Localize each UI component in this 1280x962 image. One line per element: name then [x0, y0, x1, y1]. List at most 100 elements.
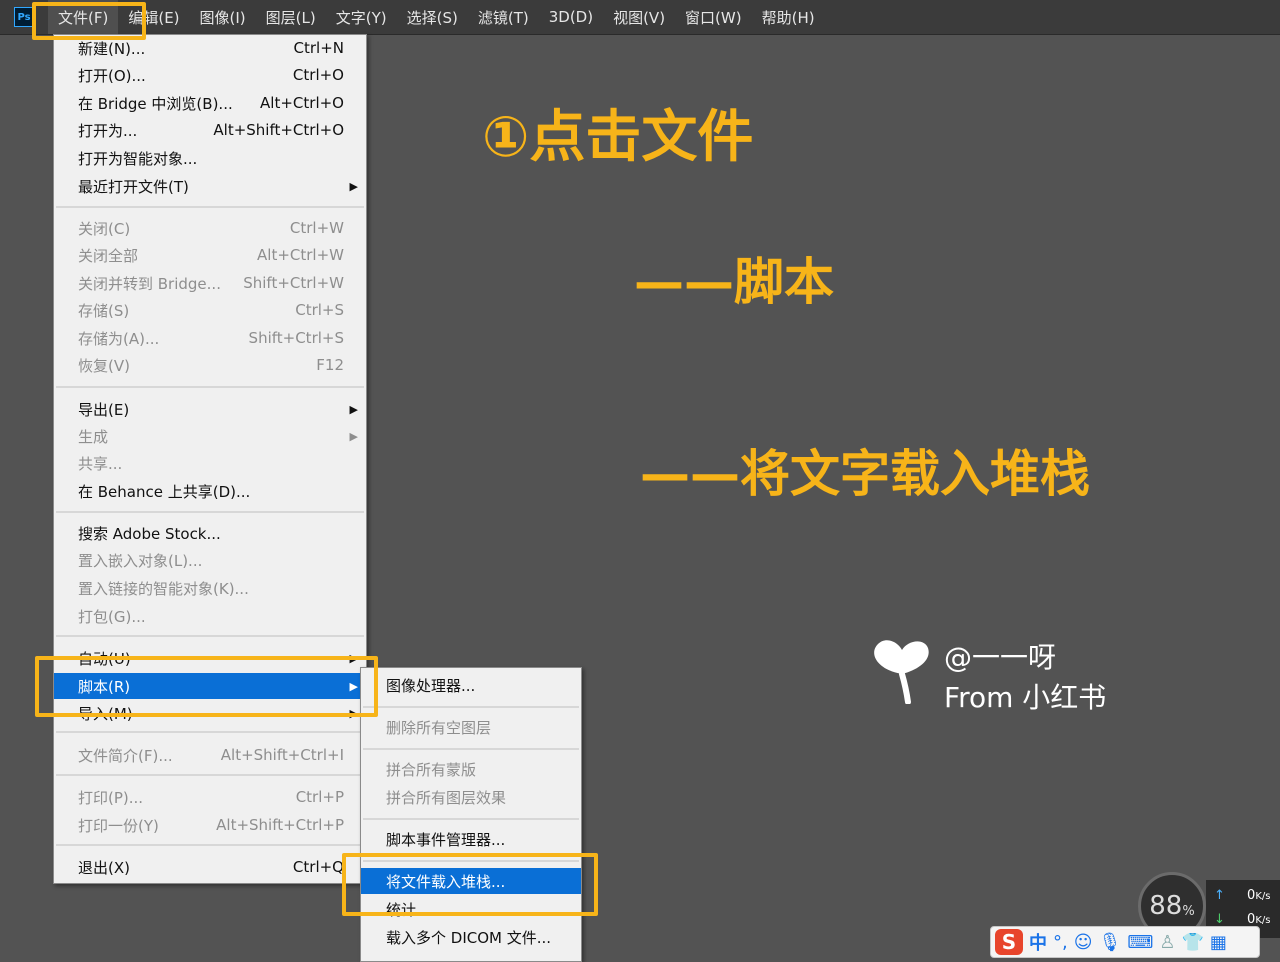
menu-layer[interactable]: 图层(L) [256, 0, 326, 34]
menu-separator [56, 386, 364, 388]
menu-item-label: 恢复(V) [78, 356, 130, 375]
menu-item-label: 置入嵌入对象(L)... [78, 551, 203, 570]
menu-item-shortcut: Ctrl+W [289, 219, 344, 237]
menu-item-label: 最近打开文件(T) [78, 177, 189, 196]
menu-item-shortcut: Ctrl+O [292, 66, 344, 84]
menu-item-place-embedded[interactable]: 置入嵌入对象(L)... [54, 547, 366, 573]
menu-item-label: 拼合所有蒙版 [386, 760, 477, 779]
scripts-submenu: 图像处理器... 删除所有空图层 拼合所有蒙版 拼合所有图层效果 脚本事件管理器… [360, 667, 582, 962]
annotation-step1: ①点击文件 [482, 105, 754, 170]
menu-item-shortcut: Shift+Ctrl+W [243, 274, 344, 292]
menu-item-package[interactable]: 打包(G)... [54, 603, 366, 629]
menu-item-export[interactable]: 导出(E) ▶ [54, 396, 366, 422]
submenu-arrow-icon: ▶ [349, 179, 358, 193]
annotation-step2: ——脚本 [634, 253, 834, 311]
menu-item-open-as[interactable]: 打开为... Alt+Shift+Ctrl+O [54, 117, 366, 143]
menu-item-save-as[interactable]: 存储为(A)... Shift+Ctrl+S [54, 325, 366, 351]
submenu-item-load-dicom[interactable]: 载入多个 DICOM 文件... [361, 924, 581, 950]
menu-item-save[interactable]: 存储(S) Ctrl+S [54, 297, 366, 323]
upload-speed: ↑ 0K/s [1214, 888, 1271, 903]
user-icon[interactable]: ♙ [1159, 932, 1175, 953]
menu-item-label: 置入链接的智能对象(K)... [78, 579, 249, 598]
menu-item-generate[interactable]: 生成 ▶ [54, 423, 366, 449]
menu-item-label: 存储为(A)... [78, 329, 160, 348]
ime-mode[interactable]: 中 [1029, 929, 1047, 955]
menu-item-browse-bridge[interactable]: 在 Bridge 中浏览(B)... Alt+Ctrl+O [54, 90, 366, 116]
menu-separator [363, 818, 579, 820]
submenu-item-script-events-manager[interactable]: 脚本事件管理器... [361, 826, 581, 852]
highlight-box-file [32, 2, 146, 40]
annotation-step3: ——将文字载入堆栈 [640, 445, 1090, 503]
menu-item-print[interactable]: 打印(P)... Ctrl+P [54, 784, 366, 810]
microphone-icon[interactable]: 🎙 [1099, 932, 1122, 953]
watermark-source: From 小红书 [944, 681, 1107, 714]
menu-item-label: 关闭(C) [78, 219, 131, 238]
upload-arrow-icon: ↑ [1214, 888, 1225, 903]
menu-item-label: 在 Bridge 中浏览(B)... [78, 94, 233, 113]
submenu-item-image-processor[interactable]: 图像处理器... [361, 672, 581, 698]
highlight-box-load-stack [342, 853, 598, 916]
punctuation-icon[interactable]: °, [1053, 932, 1068, 953]
menu-item-label: 打包(G)... [78, 607, 146, 626]
menu-item-shortcut: Shift+Ctrl+S [248, 329, 344, 347]
menu-view[interactable]: 视图(V) [603, 0, 675, 34]
menu-type[interactable]: 文字(Y) [326, 0, 397, 34]
menu-separator [56, 635, 364, 637]
menu-item-recent-files[interactable]: 最近打开文件(T) ▶ [54, 173, 366, 199]
menu-item-label: 文件简介(F)... [78, 746, 173, 765]
menu-item-shortcut: Ctrl+Q [292, 858, 344, 876]
menu-item-close-go-bridge[interactable]: 关闭并转到 Bridge... Shift+Ctrl+W [54, 270, 366, 296]
menu-item-close[interactable]: 关闭(C) Ctrl+W [54, 215, 366, 241]
menu-item-shortcut: Alt+Shift+Ctrl+I [220, 746, 344, 764]
menu-item-label: 载入多个 DICOM 文件... [386, 928, 552, 947]
menu-image[interactable]: 图像(I) [190, 0, 256, 34]
menu-item-label: 导出(E) [78, 400, 130, 419]
menu-item-shortcut: Ctrl+S [295, 301, 344, 319]
menu-separator [363, 706, 579, 708]
submenu-item-delete-empty-layers[interactable]: 删除所有空图层 [361, 714, 581, 740]
file-menu: 新建(N)... Ctrl+N 打开(O)... Ctrl+O 在 Bridge… [53, 34, 367, 884]
menu-filter[interactable]: 滤镜(T) [468, 0, 539, 34]
menu-item-label: 关闭全部 [78, 246, 139, 265]
heart-logo-icon [874, 640, 929, 704]
menu-separator [56, 511, 364, 513]
emoji-icon[interactable]: ☺ [1074, 932, 1093, 953]
menu-item-label: 生成 [78, 427, 109, 446]
menu-item-share[interactable]: 共享... [54, 450, 366, 476]
menu-item-open[interactable]: 打开(O)... Ctrl+O [54, 62, 366, 88]
toolbox-icon[interactable]: ▦ [1210, 932, 1227, 953]
submenu-item-flatten-masks[interactable]: 拼合所有蒙版 [361, 756, 581, 782]
menu-item-label: 在 Behance 上共享(D)... [78, 482, 251, 501]
menu-item-exit[interactable]: 退出(X) Ctrl+Q [54, 854, 366, 880]
menu-item-label: 关闭并转到 Bridge... [78, 274, 221, 293]
menu-item-label: 删除所有空图层 [386, 718, 492, 737]
menu-item-label: 打开为智能对象... [78, 149, 198, 168]
highlight-box-scripts [35, 656, 378, 717]
sogou-logo-icon[interactable]: S [995, 929, 1023, 955]
menu-window[interactable]: 窗口(W) [675, 0, 752, 34]
menu-item-close-all[interactable]: 关闭全部 Alt+Ctrl+W [54, 242, 366, 268]
photoshop-logo-icon: Ps [14, 7, 34, 27]
menu-item-place-linked[interactable]: 置入链接的智能对象(K)... [54, 575, 366, 601]
keyboard-icon[interactable]: ⌨ [1127, 932, 1153, 953]
menu-item-label: 打开(O)... [78, 66, 146, 85]
menu-help[interactable]: 帮助(H) [752, 0, 825, 34]
menu-item-search-adobe-stock[interactable]: 搜索 Adobe Stock... [54, 520, 366, 546]
menu-separator [56, 844, 364, 846]
menu-item-file-info[interactable]: 文件简介(F)... Alt+Shift+Ctrl+I [54, 742, 366, 768]
menu-select[interactable]: 选择(S) [397, 0, 468, 34]
menu-item-shortcut: Alt+Ctrl+O [260, 94, 344, 112]
menu-item-label: 脚本事件管理器... [386, 830, 506, 849]
skin-icon[interactable]: 👕 [1181, 932, 1203, 953]
speed-unit: % [1182, 903, 1195, 919]
menu-item-print-one-copy[interactable]: 打印一份(Y) Alt+Shift+Ctrl+P [54, 812, 366, 838]
menu-3d[interactable]: 3D(D) [539, 0, 603, 34]
menu-item-label: 搜索 Adobe Stock... [78, 524, 221, 543]
menu-item-revert[interactable]: 恢复(V) F12 [54, 352, 366, 378]
menu-item-open-smart-object[interactable]: 打开为智能对象... [54, 145, 366, 171]
menu-item-share-behance[interactable]: 在 Behance 上共享(D)... [54, 478, 366, 504]
menu-separator [363, 748, 579, 750]
menu-separator [56, 774, 364, 776]
submenu-item-flatten-layer-effects[interactable]: 拼合所有图层效果 [361, 784, 581, 810]
menu-item-shortcut: Ctrl+N [293, 39, 344, 57]
